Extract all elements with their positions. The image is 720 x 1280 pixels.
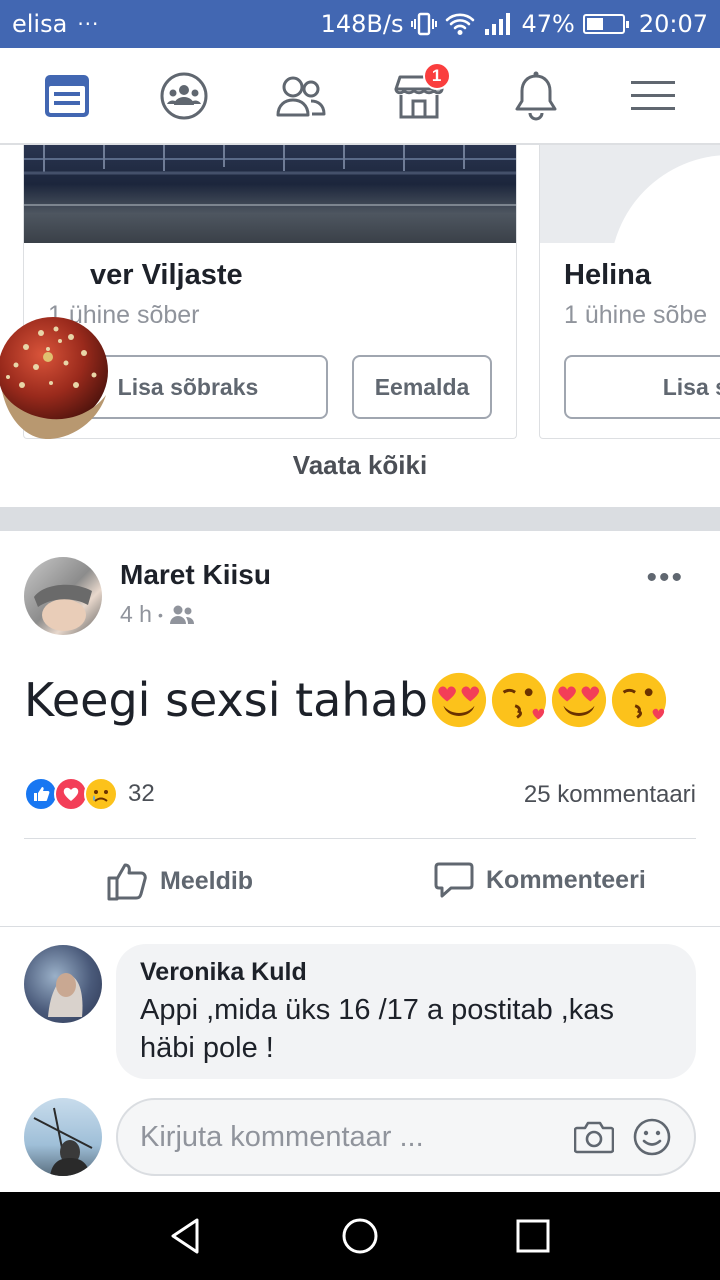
feed-post: Maret Kiisu 4 h • ••• Keegi sexsi tahab … (0, 531, 720, 1193)
signal-icon (485, 13, 511, 35)
comment-input[interactable] (140, 1120, 574, 1154)
post-author-name[interactable]: Maret Kiisu (120, 559, 271, 591)
like-label: Meeldib (160, 866, 254, 895)
groups-icon (160, 72, 208, 119)
nav-groups[interactable] (144, 56, 224, 136)
reactions-summary[interactable]: 32 (24, 777, 155, 811)
recents-icon[interactable] (513, 1216, 553, 1256)
post-time[interactable]: 4 h (120, 601, 152, 628)
post-content: Keegi sexsi tahab (24, 671, 668, 729)
add-friend-button[interactable]: Lisa sõ (564, 355, 720, 419)
marketplace-badge: 1 (422, 61, 451, 90)
wifi-icon (446, 13, 475, 35)
nav-menu[interactable] (613, 56, 693, 136)
current-user-avatar[interactable] (24, 1098, 102, 1176)
carrier-name: elisa (12, 10, 68, 38)
suggestion-name[interactable]: Helina (564, 259, 651, 292)
profile-photo-avatar[interactable] (0, 313, 110, 441)
post-meta: 4 h • (120, 601, 195, 628)
see-all-link[interactable]: Vaata kõiki (0, 450, 720, 481)
comment-button[interactable]: Kommenteeri (434, 861, 646, 899)
back-icon[interactable] (167, 1216, 207, 1256)
meta-separator: • (157, 606, 163, 623)
post-options-button[interactable]: ••• (646, 561, 684, 595)
cover-photo (24, 145, 516, 243)
status-dots: ··· (77, 12, 100, 36)
comment-label: Kommenteeri (486, 865, 646, 894)
friends-audience-icon (169, 605, 194, 624)
nav-news-feed[interactable] (27, 56, 107, 136)
emoji-smile-icon[interactable] (632, 1117, 672, 1157)
status-bar: elisa ··· 148B/s 47% 20:07 (0, 0, 720, 48)
nav-notifications[interactable] (496, 56, 576, 136)
battery-icon (582, 14, 629, 34)
comments-count[interactable]: 25 kommentaari (524, 781, 696, 809)
net-speed: 148B/s (320, 10, 404, 38)
friends-icon (276, 76, 326, 116)
suggestion-name[interactable]: ver Viljaste (90, 259, 243, 292)
system-nav-bar (0, 1192, 720, 1280)
comment-input-box[interactable] (116, 1098, 696, 1176)
battery-fill (586, 18, 603, 30)
love-reaction-icon (54, 777, 88, 811)
camera-icon[interactable] (574, 1120, 614, 1154)
heart-eyes-emoji-icon (551, 672, 606, 728)
remove-button[interactable]: Eemalda (352, 355, 492, 419)
post-author-avatar[interactable] (24, 557, 102, 635)
post-text: Keegi sexsi tahab (24, 673, 428, 727)
cover-photo (540, 145, 720, 243)
commenter-avatar[interactable] (24, 945, 102, 1023)
top-nav: 1 (0, 48, 720, 145)
clock: 20:07 (638, 10, 708, 38)
reaction-count: 32 (128, 780, 155, 807)
thumbs-up-icon (107, 863, 147, 901)
comment-text: Appi ,mida üks 16 /17 a postitab ,kas hä… (140, 994, 614, 1064)
divider (24, 838, 696, 839)
comment-bubble: Veronika Kuld Appi ,mida üks 16 /17 a po… (116, 944, 696, 1079)
nav-marketplace[interactable]: 1 (379, 56, 459, 136)
kissing-heart-emoji-icon (611, 672, 666, 728)
divider (0, 926, 720, 927)
home-icon[interactable] (340, 1216, 380, 1256)
kissing-heart-emoji-icon (491, 672, 546, 728)
suggestion-card: Helina 1 ühine sõbe Lisa sõ (539, 145, 720, 439)
comment-author[interactable]: Veronika Kuld (140, 958, 672, 987)
mutual-friends: 1 ühine sõbe (564, 301, 708, 329)
like-reaction-icon (24, 777, 58, 811)
section-divider (0, 507, 720, 531)
friend-suggestions: ver Viljaste 1 ühine sõber Lisa sõbraks … (0, 145, 720, 507)
like-button[interactable]: Meeldib (106, 861, 253, 901)
news-feed-icon (44, 74, 89, 117)
bell-icon (515, 71, 557, 120)
nav-friends[interactable] (261, 56, 341, 136)
battery-percent: 47% (521, 10, 575, 38)
comment-bubble-icon (434, 862, 474, 898)
sad-reaction-icon (84, 777, 118, 811)
vibrate-icon (411, 12, 438, 36)
heart-eyes-emoji-icon (431, 672, 486, 728)
hamburger-menu-icon (631, 80, 676, 110)
